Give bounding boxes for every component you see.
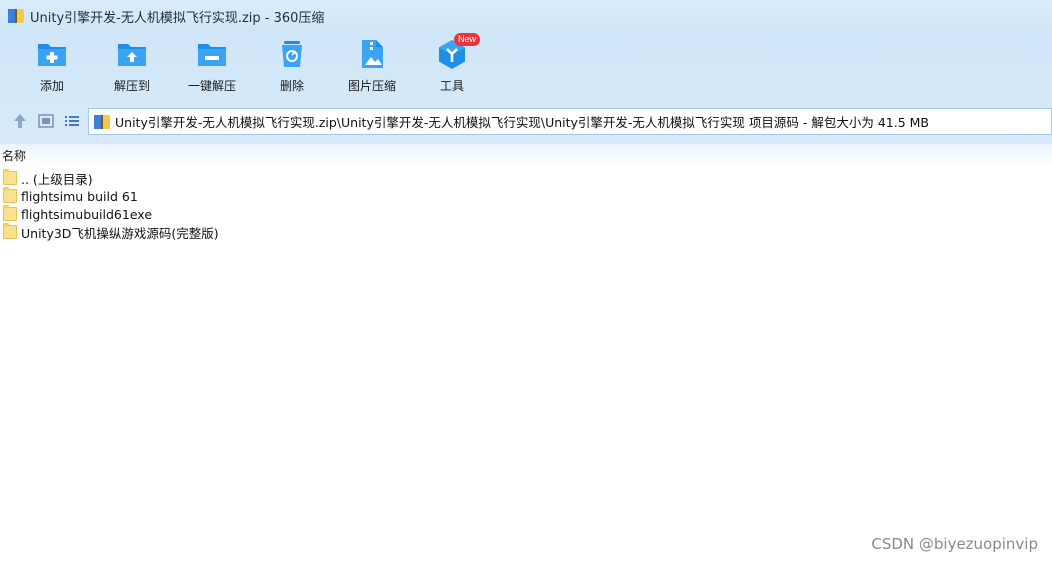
list-item-label: flightsimu build 61 [21, 188, 138, 204]
up-level-button[interactable] [11, 112, 29, 130]
folder-icon [3, 205, 17, 221]
path-bar[interactable]: Unity引擎开发-无人机模拟飞行实现.zip\Unity引擎开发-无人机模拟飞… [88, 108, 1052, 135]
new-badge-text: New [457, 34, 476, 44]
list-item-label: flightsimubuild61exe [21, 206, 153, 222]
image-compress-button[interactable]: 图片压缩 [332, 38, 412, 96]
new-badge: New [454, 33, 480, 46]
tools-button[interactable]: 工具 [412, 38, 492, 96]
folder-icon [3, 187, 17, 203]
one-click-extract-button-label: 一键解压 [187, 79, 236, 93]
image-compress-button-label: 图片压缩 [347, 79, 396, 93]
file-list: .. (上级目录) flightsimu build 61 flightsimu… [3, 169, 603, 241]
list-view-icon [65, 116, 79, 126]
extract-to-icon [116, 38, 148, 70]
list-item[interactable]: flightsimu build 61 [3, 187, 603, 205]
zip-archive-icon [8, 9, 24, 23]
list-item-label: .. (上级目录) [21, 171, 93, 187]
delete-bin-icon [276, 38, 308, 70]
watermark: CSDN @biyezuopinvip [871, 535, 1038, 553]
window-title: Unity引擎开发-无人机模拟飞行实现.zip - 360压缩 [30, 10, 325, 26]
list-view-button[interactable] [63, 112, 81, 130]
one-click-extract-icon [196, 38, 228, 70]
one-click-extract-button[interactable]: 一键解压 [172, 38, 252, 96]
thumbnail-view-button[interactable] [37, 112, 55, 130]
title-bar: Unity引擎开发-无人机模拟飞行实现.zip - 360压缩 [0, 0, 1052, 32]
zip-archive-icon [94, 114, 110, 129]
path-text: Unity引擎开发-无人机模拟飞行实现.zip\Unity引擎开发-无人机模拟飞… [115, 115, 929, 130]
list-item-parent-dir[interactable]: .. (上级目录) [3, 169, 603, 187]
thumbnail-view-icon [38, 114, 54, 128]
list-item-label: Unity3D飞机操纵游戏源码(完整版) [21, 225, 219, 241]
extract-to-button-label: 解压到 [113, 79, 150, 93]
extract-to-button[interactable]: 解压到 [92, 38, 172, 96]
toolbar: 添加 解压到 一键解压 删除 图片压缩 工具 New [0, 32, 1052, 98]
list-item[interactable]: flightsimubuild61exe [3, 205, 603, 223]
column-header-name[interactable]: 名称 [0, 144, 1052, 166]
list-item[interactable]: Unity3D飞机操纵游戏源码(完整版) [3, 223, 603, 241]
add-button[interactable]: 添加 [12, 38, 92, 96]
add-button-label: 添加 [39, 79, 64, 93]
tools-button-label: 工具 [439, 79, 464, 93]
folder-icon [3, 223, 17, 239]
delete-button-label: 删除 [279, 79, 304, 93]
column-header-label: 名称 [2, 148, 27, 163]
add-folder-icon [36, 38, 68, 70]
image-compress-icon [356, 38, 388, 70]
folder-icon [3, 169, 17, 185]
arrow-up-icon [14, 114, 26, 128]
delete-button[interactable]: 删除 [252, 38, 332, 96]
